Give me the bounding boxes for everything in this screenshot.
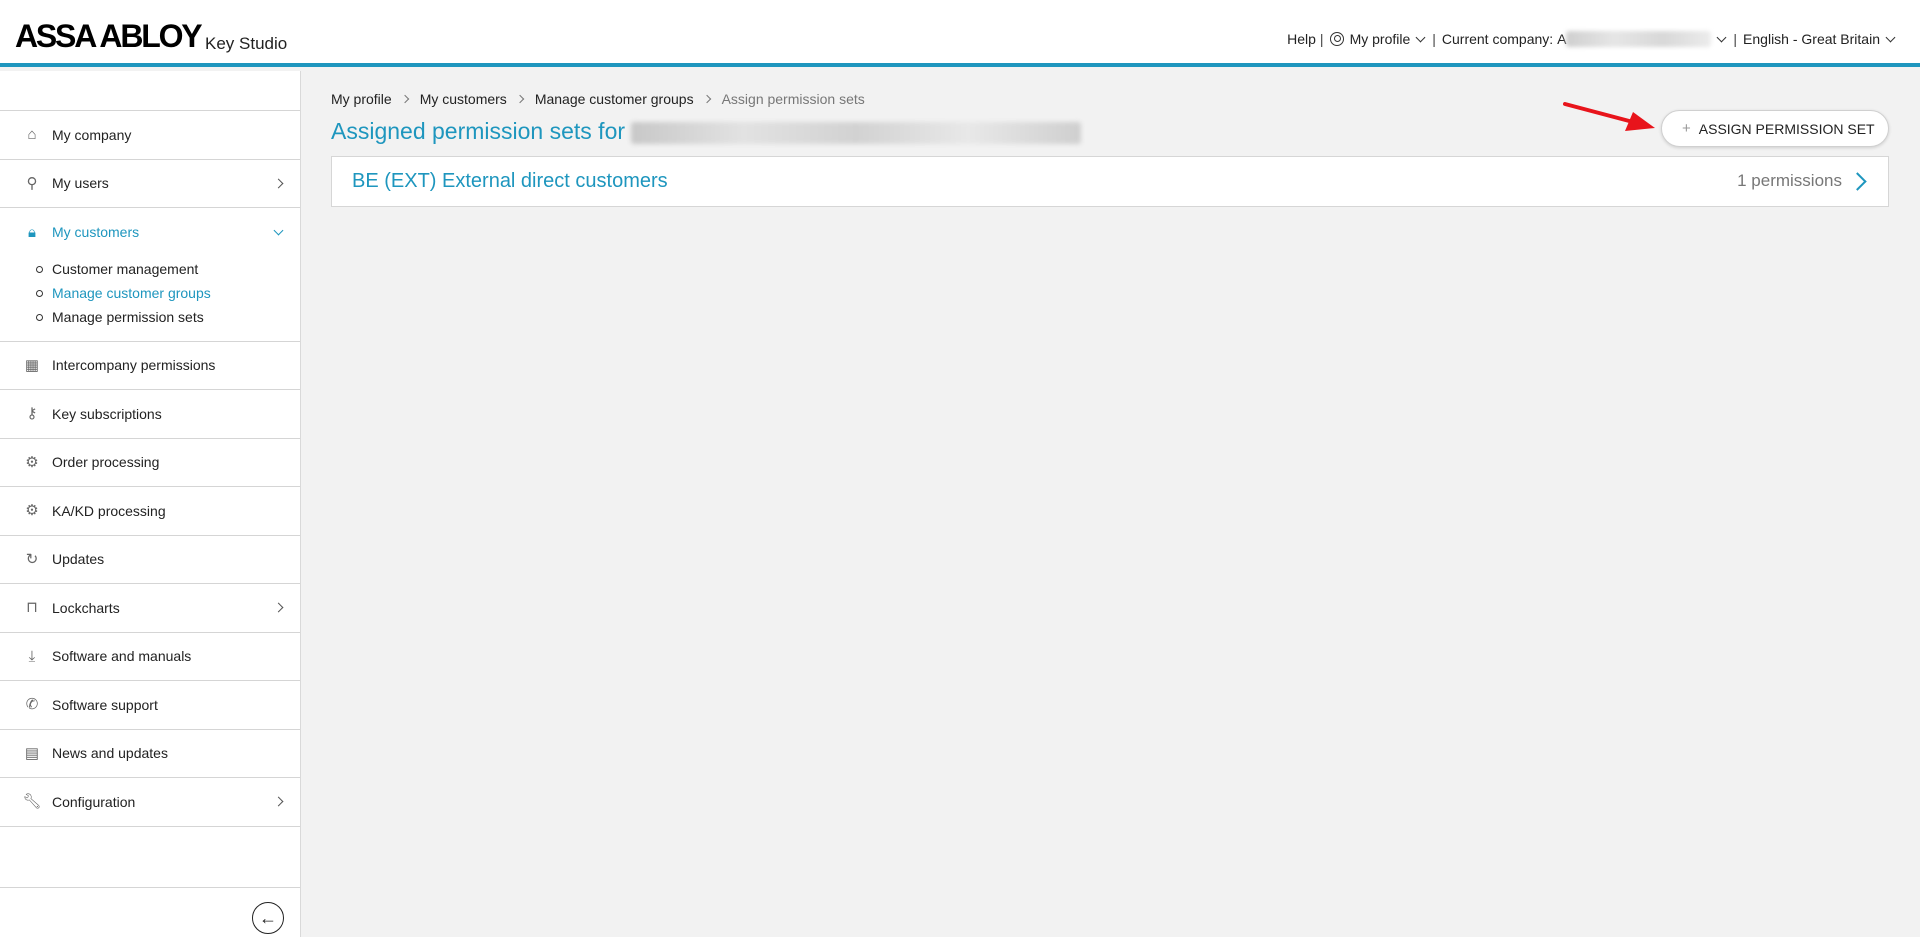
top-nav: Help | My profile | Current company: A |… [1287,31,1898,47]
permission-set-name: BE (EXT) External direct customers [352,170,668,192]
language-label: English - Great Britain [1743,31,1880,47]
breadcrumb-assign-permission-sets: Assign permission sets [721,91,865,107]
chevron-right-icon [273,602,284,613]
sidebar-item-software-support[interactable]: ✆ Software support [0,681,300,730]
permission-count: 1 permissions [1737,171,1842,190]
sidebar-item-label: My company [52,126,132,143]
sidebar-item-label: Intercompany permissions [52,357,216,374]
permission-set-row[interactable]: BE (EXT) External direct customers 1 per… [331,156,1889,207]
sidebar-item-updates[interactable]: ↻ Updates [0,536,300,584]
user-icon: ⚲ [26,174,38,192]
product-name: Key Studio [205,34,288,53]
company-label: Current company: [1441,31,1554,47]
subitem-customer-management[interactable]: Customer management [0,257,300,281]
key-icon: ⚷ [26,405,38,423]
plus-icon: + [1682,120,1691,137]
chevron-right-icon [273,178,284,189]
chevron-right-icon [273,796,284,807]
sidebar-item-key-subscriptions[interactable]: ⚷ Key subscriptions [0,390,300,439]
door-icon: ⊓ [26,599,38,617]
my-customers-submenu: Customer management Manage customer grou… [0,257,300,342]
nav-separator: | [1432,31,1436,47]
refresh-icon: ↻ [25,550,39,568]
breadcrumb-manage-customer-groups[interactable]: Manage customer groups [535,91,694,107]
building-icon: ▦ [24,356,40,374]
nav-separator: | [1733,31,1738,47]
subitem-manage-customer-groups[interactable]: Manage customer groups [0,281,300,305]
language-selector[interactable]: English - Great Britain [1743,31,1898,47]
sidebar-item-lockcharts[interactable]: ⊓ Lockcharts [0,584,300,633]
phone-icon: ✆ [25,696,39,714]
company-initial: A [1557,31,1567,47]
chevron-down-icon [273,225,284,236]
arrow-left-icon: ← [259,907,277,928]
user-circle-icon [1329,32,1344,46]
sidebar-item-order-processing[interactable]: ⚙ Order processing [0,439,300,487]
sidebar-item-my-users[interactable]: ⚲ My users [0,160,300,208]
sidebar-item-label: Key subscriptions [52,405,162,422]
chevron-right-icon [400,94,409,104]
top-header: ASSA ABLOY Key Studio Help | My profile … [0,0,1920,67]
sidebar-item-software-and-manuals[interactable]: ⤓ Software and manuals [0,633,300,681]
wrench-icon: 🔧︎ [22,793,42,811]
newspaper-icon: ▤ [24,744,40,762]
sidebar-item-label: My customers [52,224,140,241]
annotation-arrow-icon [1563,102,1655,131]
sidebar-item-label: Lockcharts [52,599,120,616]
chevron-right-icon [515,94,525,104]
assa-abloy-logo[interactable]: ASSA ABLOY [15,18,203,55]
sidebar-item-label: Software support [52,696,158,713]
sidebar-item-news-and-updates[interactable]: ▤ News and updates [0,730,300,778]
help-link[interactable]: Help [1287,31,1316,47]
sidebar-item-label: Order processing [52,454,160,471]
subitem-manage-permission-sets[interactable]: Manage permission sets [0,305,300,329]
chevron-down-icon [1415,32,1426,42]
sidebar-item-my-company[interactable]: ⌂ My company [0,111,300,160]
sidebar-item-label: KA/KD processing [52,502,166,519]
profile-label: My profile [1349,31,1411,47]
sidebar-item-configuration[interactable]: 🔧︎ Configuration [0,778,300,827]
sidebar-item-label: My users [52,175,109,192]
page-title-text: Assigned permission sets for [331,118,626,144]
lock-icon: 🔒︎ [28,223,36,241]
chevron-down-icon [1885,32,1896,42]
sidebar-item-ka-kd-processing[interactable]: ⚙ KA/KD processing [0,487,300,536]
chevron-right-icon [702,94,711,104]
sidebar: ⌂ My company ⚲ My users 🔒︎ My customers … [0,71,301,937]
sidebar-item-my-customers[interactable]: 🔒︎ My customers [0,208,300,257]
chevron-down-icon [1716,32,1727,42]
gears-icon: ⚙ [25,502,39,520]
page-title: Assigned permission sets for [331,118,1082,145]
home-icon: ⌂ [27,126,37,144]
gear-icon: ⚙ [25,453,39,471]
sidebar-item-label: Software and manuals [52,648,192,665]
customer-group-name-redacted [631,121,1082,144]
collapse-sidebar-button[interactable]: ← [252,902,284,934]
breadcrumb-my-customers[interactable]: My customers [420,91,507,107]
assign-permission-set-button[interactable]: + ASSIGN PERMISSION SET [1661,110,1889,147]
breadcrumb: My profile My customers Manage customer … [331,91,865,107]
breadcrumb-my-profile[interactable]: My profile [331,91,392,107]
download-icon: ⤓ [28,647,36,665]
company-name-redacted [1566,31,1712,47]
sidebar-nav: ⌂ My company ⚲ My users 🔒︎ My customers … [0,110,300,827]
nav-separator: | [1319,31,1324,47]
company-selector[interactable]: Current company: A [1442,31,1730,47]
sidebar-item-label: Configuration [52,793,136,810]
assign-permission-set-label: ASSIGN PERMISSION SET [1698,120,1875,137]
sidebar-item-label: Updates [52,551,105,568]
profile-menu[interactable]: My profile [1329,31,1429,47]
sidebar-footer: ← [0,887,300,937]
sidebar-item-intercompany-permissions[interactable]: ▦ Intercompany permissions [0,342,300,390]
sidebar-item-label: News and updates [52,745,168,762]
chevron-right-icon [1848,172,1867,191]
